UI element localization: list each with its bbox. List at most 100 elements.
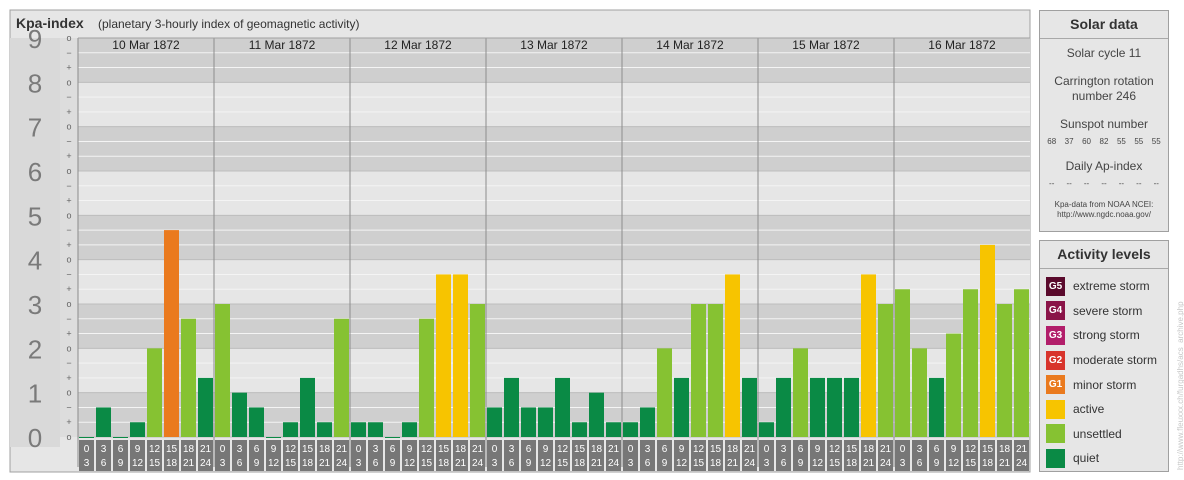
band [10,126,1030,171]
legend-swatch [1046,448,1065,468]
interval-start-label: 9 [135,444,141,455]
interval-start-label: 18 [455,444,467,455]
interval-start-label: 12 [285,444,297,455]
ap-value: -- [1066,179,1072,188]
y-tick-label: 1 [28,379,42,409]
interval-end-label: 12 [540,458,552,469]
ap-value: -- [1118,179,1125,188]
interval-start-label: 21 [608,444,620,455]
interval-start-label: 18 [727,444,739,455]
kp-bar [997,304,1012,437]
interval-end-label: 6 [101,458,107,469]
interval-start-label: 21 [472,444,484,455]
interval-start-label: 21 [336,444,348,455]
interval-end-label: 12 [948,458,960,469]
ap-index-values: -- -- -- -- -- -- -- [1040,179,1168,188]
interval-start-label: 9 [679,444,685,455]
kp-bar [232,392,247,437]
interval-start-label: 21 [744,444,756,455]
carrington-line1: Carrington rotation [1054,74,1154,88]
minor-tick-label: + [66,151,71,161]
kp-bar [538,407,553,437]
kp-bar [351,422,366,437]
ap-value: -- [1083,179,1090,188]
sunspot-value: 55 [1116,137,1126,146]
minor-tick-label: o [66,210,71,220]
sunspot-title: Sunspot number [1059,117,1149,131]
activity-levels-title: Activity levels [1040,241,1168,269]
interval-start-label: 15 [166,444,178,455]
kp-bar [164,230,179,437]
kp-bar [606,422,621,437]
interval-end-label: 6 [917,458,923,469]
y-tick-label: 3 [28,290,42,320]
kp-bar [181,318,196,437]
interval-start-label: 9 [271,444,277,455]
interval-end-label: 15 [965,458,977,469]
interval-end-label: 9 [254,458,260,469]
interval-end-label: 9 [934,458,940,469]
day-label: 14 Mar 1872 [656,38,724,52]
legend-swatch: G4 [1046,301,1065,321]
interval-start-label: 9 [815,444,821,455]
interval-end-label: 21 [591,458,603,469]
minor-tick-label: − [66,358,71,368]
interval-start-label: 0 [900,444,906,455]
band [10,215,1030,260]
interval-end-label: 6 [645,458,651,469]
kp-bar [623,422,638,437]
interval-end-label: 3 [492,458,498,469]
kp-bar [96,407,111,437]
minor-tick-label: + [66,417,71,427]
interval-end-label: 15 [421,458,433,469]
kp-bar [266,437,281,438]
interval-end-label: 21 [455,458,467,469]
interval-end-label: 12 [404,458,416,469]
interval-end-label: 9 [526,458,532,469]
interval-start-label: 21 [880,444,892,455]
interval-end-label: 12 [132,458,144,469]
legend-item-g3: G3 strong storm [1040,323,1168,348]
minor-tick-label: o [66,77,71,87]
kp-bar [555,377,570,437]
interval-end-label: 15 [557,458,569,469]
kp-bar [963,289,978,437]
interval-end-label: 24 [472,458,484,469]
day-label: 13 Mar 1872 [520,38,588,52]
interval-start-label: 12 [965,444,977,455]
interval-start-label: 15 [302,444,314,455]
interval-end-label: 9 [390,458,396,469]
kp-bar [470,304,485,437]
interval-start-label: 0 [356,444,362,455]
kp-bar [759,422,774,437]
interval-start-label: 6 [254,444,260,455]
kp-bar [827,377,842,437]
sunspot-value: 55 [1151,137,1161,146]
data-source-link[interactable]: http://www.ngdc.noaa.gov/ [1040,210,1168,220]
minor-tick-label: o [66,122,71,132]
minor-tick-label: o [66,255,71,265]
interval-end-label: 24 [1016,458,1028,469]
ap-value: -- [1136,179,1142,188]
y-tick-label: 9 [28,24,42,54]
interval-end-label: 18 [710,458,722,469]
kp-bar [419,318,434,437]
kp-bar [691,304,706,437]
interval-end-label: 21 [319,458,331,469]
interval-start-label: 0 [84,444,90,455]
kp-bar [793,348,808,437]
legend-label: extreme storm [1073,279,1150,294]
y-tick-label: 5 [28,201,42,231]
kp-bar [79,437,94,438]
band [10,392,1030,437]
legend-swatch: G1 [1046,375,1065,395]
minor-tick-label: + [66,284,71,294]
solar-data-panel: Solar data Solar cycle 11 Carrington rot… [1039,10,1169,232]
kp-bar [436,274,451,437]
interval-start-label: 6 [118,444,124,455]
legend-label: severe storm [1073,303,1143,318]
legend-item-unsettled: unsettled [1040,422,1168,447]
legend-swatch [1046,399,1065,419]
interval-start-label: 0 [628,444,634,455]
data-source-line1: Kpa-data from NOAA NCEI: [1054,200,1154,209]
